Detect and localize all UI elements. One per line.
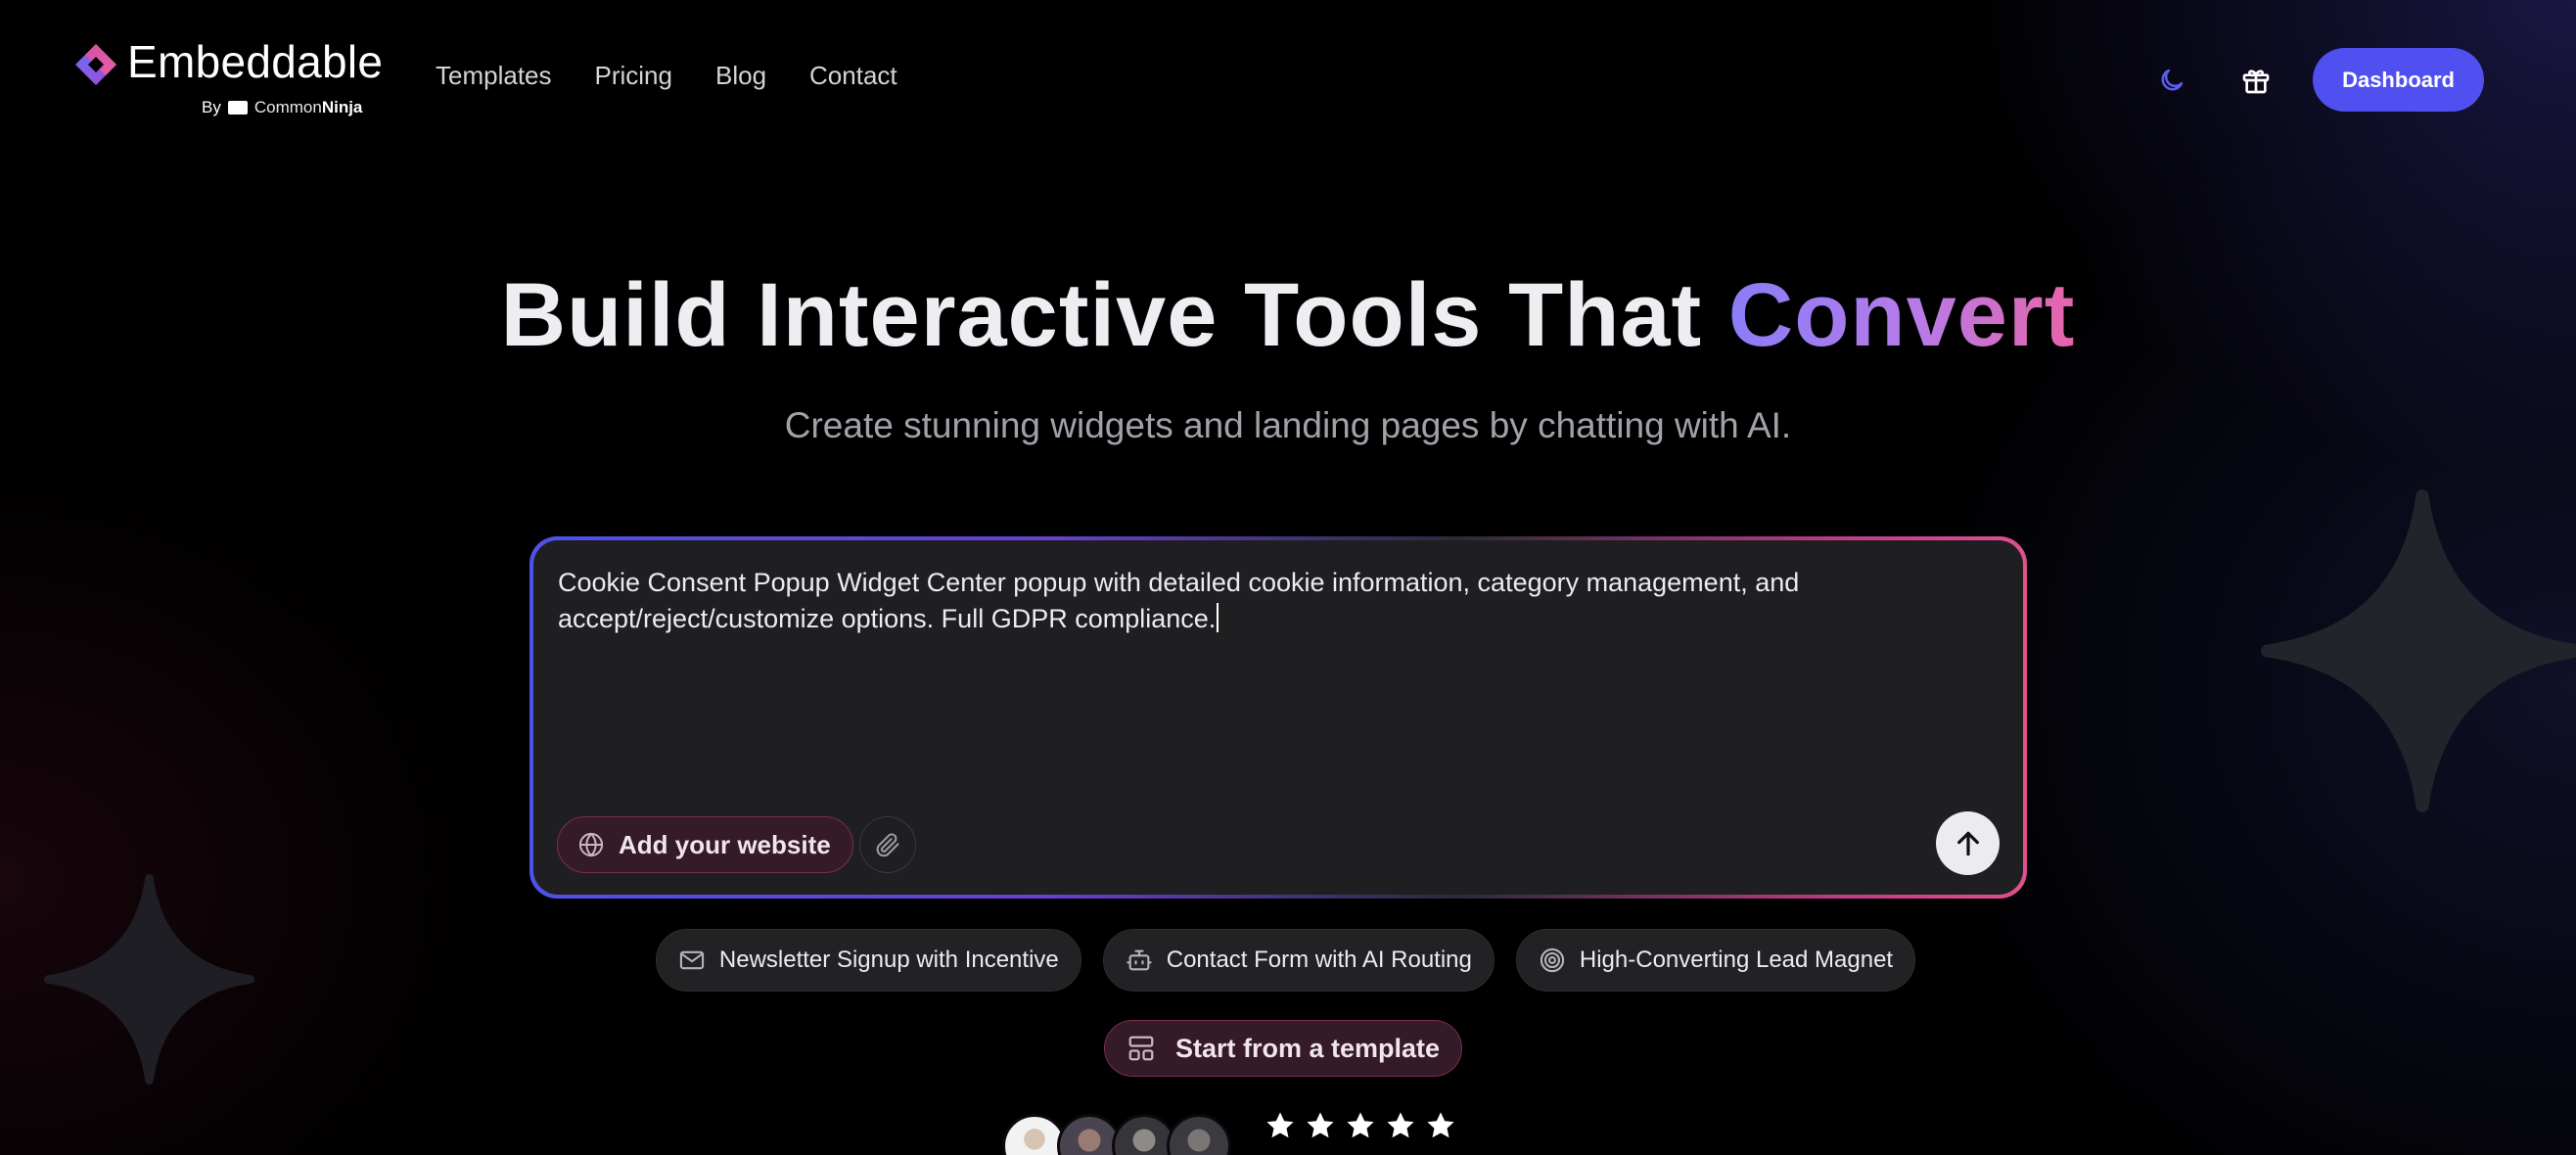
- hero-subtitle: Create stunning widgets and landing page…: [784, 405, 1792, 445]
- suggestion-contact-form[interactable]: Contact Form with AI Routing: [1102, 929, 1495, 992]
- partner-name-ninja: Ninja: [321, 98, 363, 116]
- text-caret: [1217, 603, 1219, 632]
- prompt-box-inner: Cookie Consent Popup Widget Center popup…: [533, 540, 2023, 895]
- nav-templates[interactable]: Templates: [436, 61, 552, 91]
- landing-page: Embeddable By Common Ninja Templates Pri…: [0, 0, 2576, 1155]
- suggestion-chips: Newsletter Signup with Incentive Contact…: [0, 929, 2576, 992]
- star-icon: [1387, 1112, 1414, 1138]
- prompt-input[interactable]: Cookie Consent Popup Widget Center popup…: [558, 565, 1830, 637]
- mail-icon: [679, 950, 705, 970]
- star-icon: [1347, 1112, 1374, 1138]
- hero-title-main: Build Interactive Tools That: [500, 265, 1728, 365]
- prompt-input-value: Cookie Consent Popup Widget Center popup…: [558, 568, 1800, 633]
- main-nav: Templates Pricing Blog Contact: [436, 61, 897, 91]
- star-icon: [1307, 1112, 1334, 1138]
- send-button[interactable]: [1936, 811, 2000, 875]
- moon-icon: [2161, 69, 2184, 90]
- suggestion-newsletter-signup[interactable]: Newsletter Signup with Incentive: [655, 929, 1081, 992]
- brand-byline: By Common Ninja: [202, 96, 362, 119]
- paperclip-icon: [876, 833, 899, 857]
- header-actions: Dashboard: [2146, 48, 2484, 112]
- gift-icon: [2242, 69, 2270, 93]
- layout-icon: [1128, 1036, 1154, 1061]
- suggestion-label: High-Converting Lead Magnet: [1579, 947, 1894, 973]
- start-from-template-button[interactable]: Start from a template: [1104, 1020, 1463, 1077]
- site-header: Embeddable By Common Ninja Templates Pri…: [0, 0, 2576, 157]
- nav-blog[interactable]: Blog: [715, 61, 766, 91]
- theme-toggle-button[interactable]: [2146, 55, 2197, 106]
- dashboard-button[interactable]: Dashboard: [2313, 48, 2484, 112]
- user-avatars: [1002, 1114, 1247, 1155]
- avatar: [1167, 1114, 1231, 1155]
- gift-button[interactable]: [2231, 55, 2281, 106]
- globe-icon: [578, 832, 604, 857]
- brand-name: Embeddable: [127, 36, 384, 87]
- nav-contact[interactable]: Contact: [809, 61, 897, 91]
- hero-title-accent: Convert: [1727, 265, 2076, 365]
- prompt-box: Cookie Consent Popup Widget Center popup…: [529, 536, 2027, 899]
- commonninja-logo-icon: [227, 101, 248, 115]
- embeddable-logo-icon: [75, 44, 116, 85]
- suggestion-lead-magnet[interactable]: High-Converting Lead Magnet: [1515, 929, 1916, 992]
- rating-stars: [1265, 1110, 1456, 1141]
- sparkle-decoration-right: [2261, 489, 2576, 812]
- suggestion-label: Newsletter Signup with Incentive: [718, 947, 1059, 973]
- suggestion-label: Contact Form with AI Routing: [1166, 947, 1472, 973]
- add-website-button[interactable]: Add your website: [557, 816, 853, 873]
- attach-file-button[interactable]: [859, 816, 916, 873]
- brand-logo[interactable]: Embeddable By Common Ninja: [74, 36, 383, 119]
- bot-icon: [1127, 949, 1152, 971]
- arrow-up-icon: [1956, 831, 1979, 855]
- target-icon: [1540, 947, 1565, 973]
- byline-by: By: [202, 98, 221, 116]
- star-icon: [1427, 1112, 1454, 1138]
- template-button-label: Start from a template: [1175, 1033, 1441, 1063]
- partner-name-common: Common: [253, 98, 322, 116]
- add-website-label: Add your website: [619, 829, 831, 859]
- nav-pricing[interactable]: Pricing: [595, 61, 672, 91]
- hero-title: Build Interactive Tools That Convert: [0, 264, 2576, 367]
- star-icon: [1266, 1112, 1294, 1138]
